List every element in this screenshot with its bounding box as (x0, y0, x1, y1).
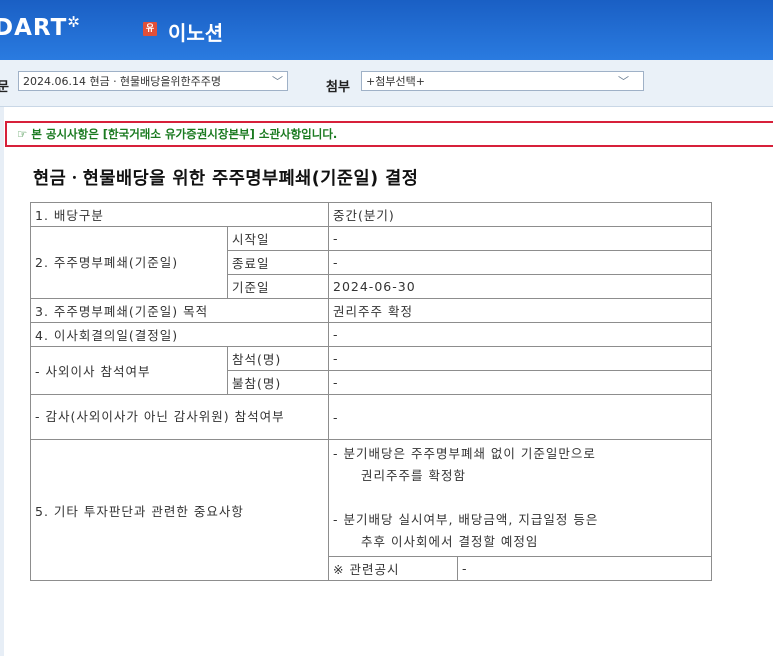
report-select[interactable]: 2024.06.14 현금ㆍ현물배당을위한주주명 ﹀ (18, 71, 288, 91)
disclosure-table: 1. 배당구분 중간(분기) 2. 주주명부폐쇄(기준일) 시작일 - 종료일 … (30, 202, 713, 581)
row-value-board-date: - (327, 322, 713, 347)
left-rail (0, 107, 4, 656)
base-date-label: 기준일 (227, 274, 329, 299)
logo-text: DART (0, 15, 68, 41)
start-date-value: - (327, 226, 713, 251)
jurisdiction-notice: ☞ 본 공시사항은 [한국거래소 유가증권시장본부] 소관사항입니다. (5, 121, 773, 147)
related-label: ※ 관련공시 (328, 556, 458, 581)
table-row: 2. 주주명부폐쇄(기준일) 시작일 - (30, 226, 713, 299)
row-value-purpose: 권리주주 확정 (327, 298, 713, 323)
table-row: 3. 주주명부폐쇄(기준일) 목적 권리주주 확정 (30, 298, 713, 323)
logo-star-icon: ✲ (67, 13, 81, 31)
toolbar: 문 2024.06.14 현금ㆍ현물배당을위한주주명 ﹀ 첨부 +첨부선택+ ﹀ (0, 60, 773, 107)
row-label-closure: 2. 주주명부폐쇄(기준일) (30, 226, 228, 299)
row-label-purpose: 3. 주주명부폐쇄(기준일) 목적 (30, 298, 329, 323)
dart-logo[interactable]: DART✲ (0, 13, 81, 41)
other-info-notes: - 분기배당은 주주명부폐쇄 없이 기준일만으로 권리주주를 확정함 - 분기배… (327, 439, 713, 557)
end-date-label: 종료일 (227, 250, 329, 275)
row-label-auditor: - 감사(사외이사가 아닌 감사위원) 참석여부 (30, 394, 329, 440)
table-row: 1. 배당구분 중간(분기) (30, 202, 713, 227)
note-line: 권리주주를 확정함 (361, 468, 466, 483)
row-label-dividend-type: 1. 배당구분 (30, 202, 329, 227)
attach-select[interactable]: +첨부선택+ ﹀ (361, 71, 644, 91)
page-title: 현금ㆍ현물배당을 위한 주주명부폐쇄(기준일) 결정 (33, 169, 419, 189)
related-value: - (456, 556, 713, 581)
row-value-dividend-type: 중간(분기) (327, 202, 713, 227)
note-line: - 분기배당은 주주명부폐쇄 없이 기준일만으로 (333, 446, 596, 461)
note-line: - 분기배당 실시여부, 배당금액, 지급일정 등은 (333, 512, 599, 527)
row-value-auditor: - (327, 394, 713, 440)
company-name[interactable]: 이노션 (168, 17, 223, 46)
end-date-value: - (327, 250, 713, 275)
absent-value: - (327, 370, 713, 395)
header-bar: DART✲ 유 이노션 (0, 0, 773, 60)
market-badge: 유 (143, 22, 157, 36)
row-label-board-date: 4. 이사회결의일(결정일) (30, 322, 329, 347)
present-label: 참석(명) (227, 346, 329, 371)
note-line: 추후 이사회에서 결정할 예정임 (361, 534, 539, 549)
attach-select-value: +첨부선택+ (366, 75, 425, 88)
absent-label: 불참(명) (227, 370, 329, 395)
report-select-value: 2024.06.14 현금ㆍ현물배당을위한주주명 (23, 75, 222, 88)
table-row: 4. 이사회결의일(결정일) - (30, 322, 713, 347)
start-date-label: 시작일 (227, 226, 329, 251)
row-label-outside-directors: - 사외이사 참석여부 (30, 346, 228, 395)
chevron-down-icon: ﹀ (272, 75, 283, 88)
table-row: - 감사(사외이사가 아닌 감사위원) 참석여부 - (30, 394, 713, 440)
table-row: 5. 기타 투자판단과 관련한 중요사항 - 분기배당은 주주명부폐쇄 없이 기… (30, 439, 713, 581)
base-date-value: 2024-06-30 (327, 274, 713, 299)
present-value: - (327, 346, 713, 371)
attach-label: 첨부 (326, 80, 350, 95)
row-label-other-info: 5. 기타 투자판단과 관련한 중요사항 (30, 439, 329, 581)
chevron-down-icon: ﹀ (618, 75, 629, 88)
report-label: 문 (0, 80, 9, 95)
table-row: - 사외이사 참석여부 참석(명) - (30, 346, 713, 395)
